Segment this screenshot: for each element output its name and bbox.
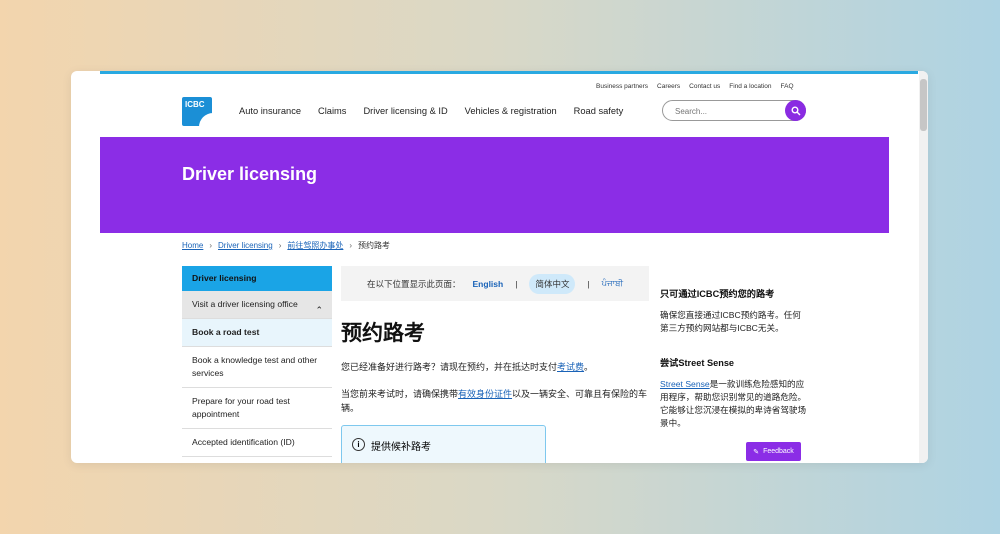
lang-chinese[interactable]: 简体中文 bbox=[529, 273, 576, 294]
chevron-right-icon: › bbox=[349, 241, 353, 250]
util-business-partners[interactable]: Business partners bbox=[596, 83, 648, 90]
right-paragraph-street-sense: Street Sense是一款训练危险感知的应用程序，帮助您识别常见的道路危险。… bbox=[660, 378, 809, 430]
feedback-button[interactable]: ✎ Feedback bbox=[746, 442, 801, 461]
search-button[interactable] bbox=[785, 100, 806, 121]
logo-corner-shape bbox=[199, 113, 213, 127]
intro-paragraph: 您已经准备好进行路考？请现在预约，并在抵达时支付考试费。 bbox=[341, 360, 649, 374]
search-box bbox=[662, 100, 806, 121]
scrollbar-thumb[interactable] bbox=[920, 79, 927, 131]
breadcrumb: Home › Driver licensing › 前往驾照办事处 › 预约路考 bbox=[182, 240, 390, 251]
main-content: 在以下位置显示此页面： English | 简体中文 | ਪੰਜਾਬੀ 预约路考… bbox=[341, 266, 649, 463]
chevron-right-icon: › bbox=[209, 241, 213, 250]
lang-divider: | bbox=[587, 278, 590, 289]
standby-info-box: i 提供候补路考 bbox=[341, 425, 546, 463]
breadcrumb-office[interactable]: 前往驾照办事处 bbox=[287, 240, 343, 251]
breadcrumb-driver-licensing[interactable]: Driver licensing bbox=[218, 241, 273, 250]
street-sense-link[interactable]: Street Sense bbox=[660, 379, 710, 389]
sidebar-item-book-road-test[interactable]: Book a road test bbox=[182, 319, 332, 347]
intro-text-end: 。 bbox=[584, 362, 594, 372]
id-text: 当您前来考试时，请确保携带 bbox=[341, 389, 459, 399]
hero-title: Driver licensing bbox=[182, 164, 318, 184]
language-bar: 在以下位置显示此页面： English | 简体中文 | ਪੰਜਾਬੀ bbox=[341, 266, 649, 301]
sidebar-header[interactable]: Driver licensing bbox=[182, 266, 332, 291]
right-column: 只可通过ICBC预约您的路考 确保您直接通过ICBC预约路考。任何第三方预约网站… bbox=[660, 266, 809, 430]
test-fee-link[interactable]: 考试费 bbox=[557, 362, 584, 372]
icbc-logo[interactable]: ICBC bbox=[182, 97, 213, 127]
browser-window: Business partners Careers Contact us Fin… bbox=[71, 71, 928, 463]
main-nav: Auto insurance Claims Driver licensing &… bbox=[239, 106, 623, 116]
utility-links: Business partners Careers Contact us Fin… bbox=[596, 83, 794, 90]
util-contact-us[interactable]: Contact us bbox=[689, 83, 720, 90]
nav-driver-licensing[interactable]: Driver licensing & ID bbox=[363, 106, 447, 116]
feedback-label: Feedback bbox=[763, 448, 794, 455]
chevron-up-icon: ⌃ bbox=[315, 305, 323, 315]
sidebar-item-accepted-id[interactable]: Accepted identification (ID) bbox=[182, 429, 332, 457]
right-paragraph-icbc: 确保您直接通过ICBC预约路考。任何第三方预约网站都与ICBC无关。 bbox=[660, 310, 801, 333]
info-title: 提供候补路考 bbox=[371, 442, 431, 453]
search-icon bbox=[791, 106, 800, 115]
language-label: 在以下位置显示此页面： bbox=[367, 278, 461, 289]
chevron-right-icon: › bbox=[278, 241, 282, 250]
valid-id-link[interactable]: 有效身份证件 bbox=[458, 389, 512, 399]
feedback-icon: ✎ bbox=[753, 448, 760, 456]
logo-text: ICBC bbox=[185, 100, 205, 109]
info-icon: i bbox=[352, 438, 365, 451]
right-heading-book-via-icbc: 只可通过ICBC预约您的路考 bbox=[660, 289, 775, 299]
lang-english[interactable]: English bbox=[473, 279, 504, 289]
sidebar-item-label: Visit a driver licensing office bbox=[192, 299, 298, 309]
top-accent-line bbox=[100, 71, 918, 74]
sidebar-item-visit-office[interactable]: Visit a driver licensing office ⌃ bbox=[182, 291, 332, 319]
search-input[interactable] bbox=[673, 106, 777, 117]
hero-banner: Driver licensing bbox=[100, 137, 889, 233]
nav-claims[interactable]: Claims bbox=[318, 106, 346, 116]
scrollbar[interactable] bbox=[919, 71, 928, 463]
util-careers[interactable]: Careers bbox=[657, 83, 680, 90]
nav-vehicles-registration[interactable]: Vehicles & registration bbox=[465, 106, 557, 116]
lang-punjabi[interactable]: ਪੰਜਾਬੀ bbox=[602, 278, 623, 289]
nav-auto-insurance[interactable]: Auto insurance bbox=[239, 106, 301, 116]
sidebar-nav: Driver licensing Visit a driver licensin… bbox=[182, 266, 332, 457]
sidebar-item-prepare[interactable]: Prepare for your road test appointment bbox=[182, 388, 332, 429]
page-title: 预约路考 bbox=[341, 322, 425, 345]
id-paragraph: 当您前来考试时，请确保携带有效身份证件以及一辆安全、可靠且有保险的车辆。 bbox=[341, 387, 649, 415]
breadcrumb-home[interactable]: Home bbox=[182, 241, 203, 250]
util-faq[interactable]: FAQ bbox=[781, 83, 794, 90]
nav-road-safety[interactable]: Road safety bbox=[574, 106, 624, 116]
sidebar-item-knowledge-test[interactable]: Book a knowledge test and other services bbox=[182, 347, 332, 388]
lang-divider: | bbox=[515, 278, 518, 289]
right-heading-street-sense: 尝试Street Sense bbox=[660, 358, 735, 368]
breadcrumb-current: 预约路考 bbox=[358, 241, 391, 250]
util-find-location[interactable]: Find a location bbox=[729, 83, 771, 90]
intro-text: 您已经准备好进行路考？请现在预约，并在抵达时支付 bbox=[341, 362, 558, 372]
